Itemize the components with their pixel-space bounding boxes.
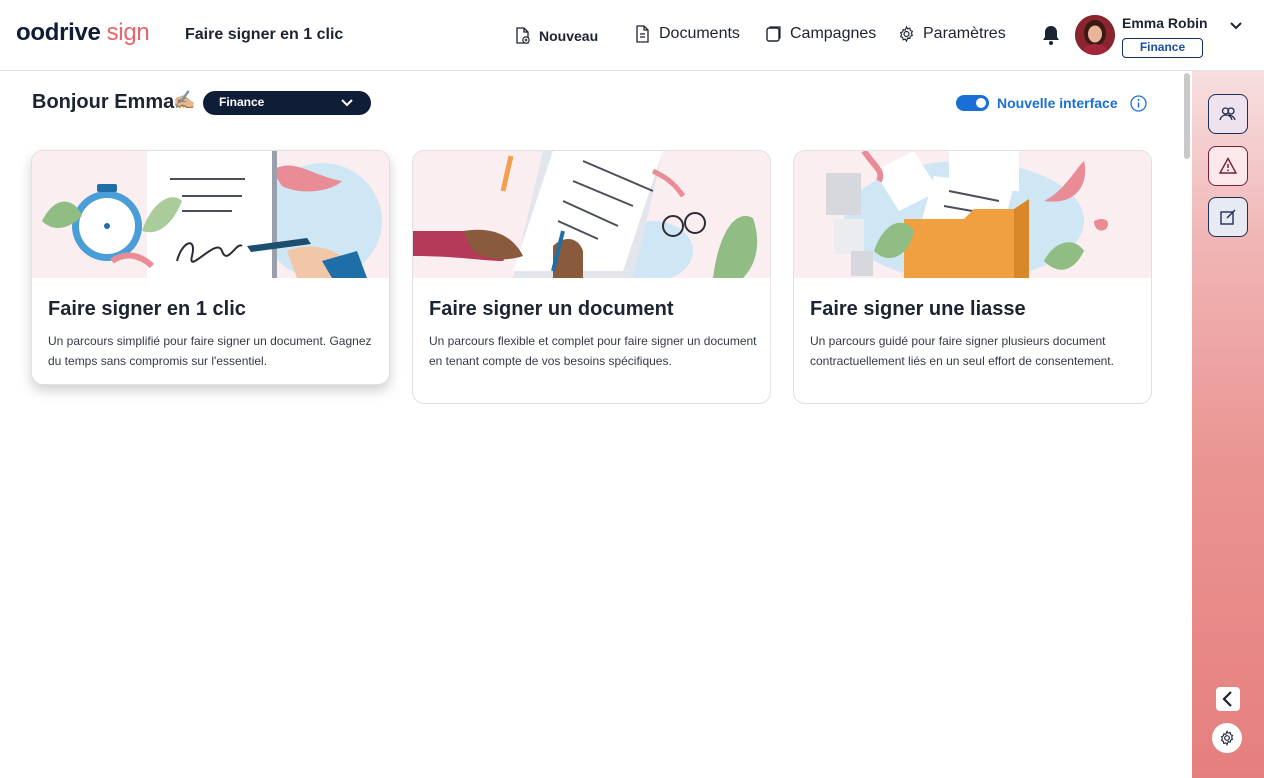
- nav-campaigns[interactable]: Campagnes: [765, 25, 876, 43]
- card-title: Faire signer en 1 clic: [48, 298, 246, 320]
- card-title: Faire signer un document: [429, 298, 674, 320]
- card-illustration: [413, 151, 770, 278]
- logo-part-1: oodrive: [16, 19, 101, 46]
- card-description: Un parcours flexible et complet pour fai…: [429, 334, 757, 368]
- toggle-knob: [976, 98, 986, 108]
- page-scrollbar[interactable]: [1184, 73, 1190, 159]
- top-header: oodrive sign Faire signer en 1 clic Nouve…: [0, 0, 1264, 71]
- new-interface-label: Nouvelle interface: [997, 95, 1118, 111]
- app-logo[interactable]: oodrive sign: [16, 19, 150, 47]
- card-description: Un parcours guidé pour faire signer plus…: [810, 334, 1114, 368]
- card-sign-document[interactable]: Faire signer un document Un parcours fle…: [412, 150, 771, 404]
- nav-settings[interactable]: Paramètres: [898, 25, 1006, 43]
- card-sign-bundle[interactable]: Faire signer une liasse Un parcours guid…: [793, 150, 1152, 404]
- user-name: Emma Robin: [1122, 15, 1208, 31]
- logo-part-2: sign: [106, 19, 150, 46]
- gear-icon: [899, 25, 914, 43]
- chevron-left-icon: [1222, 691, 1232, 707]
- team-select-value: Finance: [219, 95, 265, 109]
- edit-icon: [1220, 209, 1236, 225]
- team-icon: [1219, 107, 1236, 121]
- nav-new-label: Nouveau: [539, 28, 599, 44]
- nav-settings-label: Paramètres: [923, 25, 1006, 42]
- new-doc-icon: [516, 27, 530, 44]
- rail-edit-button[interactable]: [1208, 197, 1248, 237]
- nav-new[interactable]: Nouveau: [514, 27, 598, 45]
- card-illustration: [794, 151, 1151, 278]
- campaign-icon: [766, 26, 781, 42]
- avatar[interactable]: [1075, 15, 1115, 55]
- info-icon[interactable]: [1130, 95, 1147, 112]
- right-rail: [1192, 71, 1264, 778]
- nav-documents-label: Documents: [659, 25, 740, 42]
- bell-icon[interactable]: [1041, 24, 1061, 46]
- user-team-badge: Finance: [1122, 38, 1203, 58]
- nav-campaigns-label: Campagnes: [790, 25, 877, 42]
- rail-settings-button[interactable]: [1212, 723, 1242, 753]
- document-icon: [636, 25, 649, 43]
- page-title: Faire signer en 1 clic: [185, 26, 344, 43]
- card-illustration: [32, 151, 389, 278]
- gear-icon: [1220, 730, 1234, 746]
- card-title: Faire signer une liasse: [810, 298, 1026, 320]
- card-description: Un parcours simplifié pour faire signer …: [48, 334, 372, 368]
- rail-collapse-button[interactable]: [1216, 687, 1240, 711]
- greeting: Bonjour Emma: [32, 91, 175, 113]
- chevron-down-icon: [341, 99, 353, 107]
- rail-team-button[interactable]: [1208, 94, 1248, 134]
- card-sign-one-click[interactable]: Faire signer en 1 clic Un parcours simpl…: [31, 150, 390, 385]
- nav-documents[interactable]: Documents: [634, 25, 740, 43]
- chevron-down-icon[interactable]: [1229, 20, 1243, 32]
- team-select[interactable]: Finance: [203, 91, 371, 115]
- rail-warning-button[interactable]: [1208, 146, 1248, 186]
- warning-icon: [1219, 157, 1237, 174]
- new-interface-toggle[interactable]: [956, 95, 989, 111]
- writing-hand-emoji: ✍🏼: [173, 90, 196, 110]
